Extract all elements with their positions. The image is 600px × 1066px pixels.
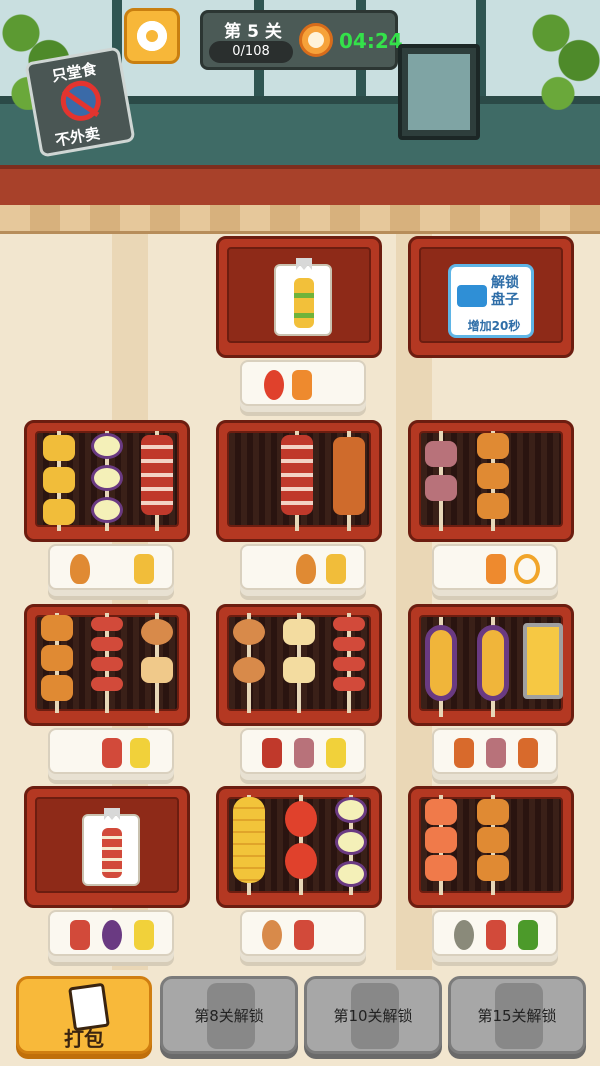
tomato-skewer[interactable] xyxy=(281,795,321,895)
bacon-skewer-icon xyxy=(262,738,282,768)
next-order-card xyxy=(274,258,332,336)
sausage-skewer[interactable] xyxy=(87,613,127,713)
corn-skewer-icon xyxy=(134,920,154,950)
meat-chunk-skewer-icon xyxy=(294,738,314,768)
grill[interactable] xyxy=(24,420,190,542)
meatball-tofu-skewer[interactable] xyxy=(137,613,177,713)
meatball-skewer-icon xyxy=(262,920,282,950)
unlock-plate-card[interactable]: 解锁 盘子 增加20秒 xyxy=(448,264,534,338)
stuffed-eggplant-skewer[interactable] xyxy=(421,617,461,717)
countdown-timer: 04:24 xyxy=(339,29,403,53)
grill[interactable] xyxy=(408,420,574,542)
fried-chicken-skewer[interactable] xyxy=(37,613,77,713)
gear-icon xyxy=(137,21,167,51)
bacon-skewer[interactable] xyxy=(277,431,317,531)
plate[interactable] xyxy=(48,728,174,774)
eggplant-slice-skewer[interactable] xyxy=(331,795,371,895)
meat-chunk-skewer[interactable] xyxy=(421,431,461,531)
taco-skewer-icon xyxy=(134,554,154,584)
sausage-skewer-icon xyxy=(102,738,122,768)
meat-chunk-skewer-icon xyxy=(486,738,506,768)
sausage-skewer-icon xyxy=(70,920,90,950)
unlock-text: 解锁 盘子 xyxy=(491,275,531,309)
locked-tool-button-1[interactable]: 第8关解锁 xyxy=(160,976,298,1054)
bacon-skewer[interactable] xyxy=(137,431,177,531)
grilled-meat-skewer[interactable] xyxy=(473,795,513,895)
counter xyxy=(0,165,600,209)
taco-skewer-icon xyxy=(326,554,346,584)
chicken-leg-icon xyxy=(70,554,90,584)
grill[interactable] xyxy=(408,786,574,908)
pack-button[interactable]: 打包 xyxy=(16,976,152,1054)
plate[interactable] xyxy=(48,544,174,590)
plate[interactable] xyxy=(240,360,366,406)
plate[interactable] xyxy=(432,544,558,590)
sausage-skewer-icon xyxy=(102,828,122,878)
salmon-skewer[interactable] xyxy=(421,795,461,895)
roast-chicken-skewer[interactable] xyxy=(329,431,369,531)
no-takeout-icon xyxy=(57,77,104,125)
sausage-skewer-icon xyxy=(294,920,314,950)
corn-skewer-icon xyxy=(326,738,346,768)
hanging-plant-icon xyxy=(530,0,600,110)
sausage-skewer[interactable] xyxy=(329,613,369,713)
stuffed-eggplant-skewer[interactable] xyxy=(473,617,513,717)
lock-label-1: 第8关解锁 xyxy=(194,1007,264,1025)
plate[interactable] xyxy=(48,910,174,956)
sausage-skewer-icon xyxy=(486,920,506,950)
taco-skewer-icon xyxy=(294,278,314,328)
level-panel: 第 5 关 0/108 04:24 xyxy=(200,10,403,70)
lock-label-2: 第10关解锁 xyxy=(333,1007,413,1025)
unlock-bonus: 增加20秒 xyxy=(467,319,521,333)
settings-button[interactable] xyxy=(124,8,180,64)
lock-label-3: 第15关解锁 xyxy=(477,1007,557,1025)
pineapple-skewer[interactable] xyxy=(229,795,269,895)
grill[interactable] xyxy=(216,786,382,908)
alarm-clock-icon xyxy=(299,23,333,57)
chicken-wing-icon xyxy=(454,738,474,768)
onion-ring-icon xyxy=(514,554,540,584)
clip-icon xyxy=(104,808,120,820)
pack-label: 打包 xyxy=(64,1027,104,1051)
plate[interactable] xyxy=(240,728,366,774)
taco-skewer[interactable] xyxy=(39,431,79,531)
unlock-line-2: 盘子 xyxy=(491,292,519,308)
sign-line-2: 不外卖 xyxy=(53,124,102,150)
plate[interactable] xyxy=(240,544,366,590)
plate[interactable] xyxy=(432,728,558,774)
eggplant-slice-skewer[interactable] xyxy=(87,431,127,531)
tofu-skewer[interactable] xyxy=(279,613,319,713)
plate[interactable] xyxy=(432,910,558,956)
wall-picture-frame xyxy=(398,44,480,140)
ice-cream-cone-skewer-icon xyxy=(486,554,506,584)
grill[interactable] xyxy=(24,604,190,726)
chicken-leg-icon xyxy=(296,554,316,584)
locked-tool-button-3[interactable]: 第15关解锁 xyxy=(448,976,586,1054)
fried-chicken-skewer[interactable] xyxy=(473,431,513,531)
next-order-card xyxy=(82,808,140,886)
green-pepper-skewer-icon xyxy=(518,920,538,950)
octopus-skewer-picture-icon xyxy=(408,54,470,130)
clam-icon xyxy=(454,920,474,950)
chicken-wing-icon xyxy=(518,738,538,768)
counter-trim xyxy=(0,205,600,234)
progress-counter: 0/108 xyxy=(209,41,293,63)
cheese-tray[interactable] xyxy=(523,617,563,717)
video-camera-icon xyxy=(457,285,487,307)
ice-cream-cone-skewer-icon xyxy=(292,370,312,400)
corn-skewer-icon xyxy=(130,738,150,768)
unlock-line-1: 解锁 xyxy=(491,275,519,291)
dine-in-only-sign: 只堂食 不外卖 xyxy=(24,46,136,158)
grill[interactable] xyxy=(216,420,382,542)
stuffed-eggplant-icon xyxy=(102,920,122,950)
grill[interactable] xyxy=(408,604,574,726)
plate[interactable] xyxy=(240,910,366,956)
meatball-tofu-skewer[interactable] xyxy=(229,613,269,713)
cherry-tomato-skewer-icon xyxy=(264,370,284,400)
clip-icon xyxy=(296,258,312,270)
grill[interactable] xyxy=(216,604,382,726)
locked-tool-button-2[interactable]: 第10关解锁 xyxy=(304,976,442,1054)
level-title: 第 5 关 xyxy=(224,22,282,42)
